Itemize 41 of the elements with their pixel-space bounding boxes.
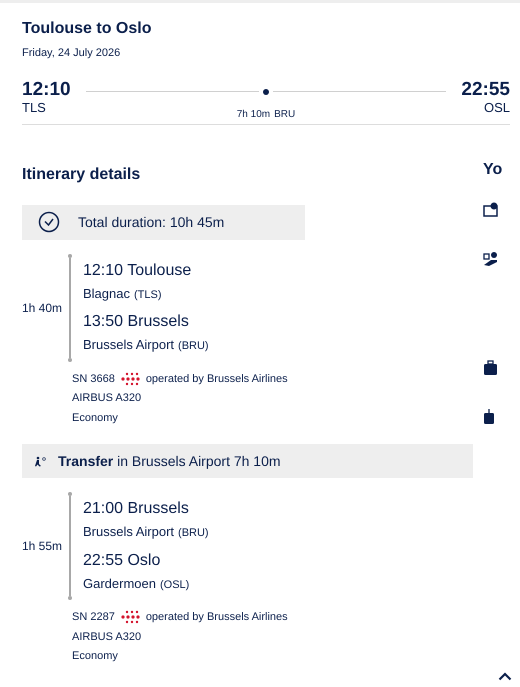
airport-code: (BRU) — [178, 339, 209, 354]
segment-duration: 1h 40m — [22, 300, 62, 316]
clock-check-icon — [38, 211, 60, 233]
flight-number: SN 2287 — [72, 610, 115, 625]
airport-code: (TLS) — [134, 288, 162, 302]
time-city: 13:50 Brussels — [83, 312, 190, 332]
departure-code: TLS — [22, 100, 47, 114]
arrival-code: OSL — [484, 100, 510, 114]
bag-icon — [483, 360, 498, 376]
airport-name: Gardermoen — [83, 574, 156, 592]
operator-text: operated by Brussels Airlines — [146, 372, 288, 386]
segment-duration: 1h 55m — [22, 538, 62, 555]
airport-code: (OSL) — [160, 578, 190, 592]
stop-duration: 7h 10m — [236, 108, 270, 122]
airport-name: Brussels Airport — [83, 523, 174, 541]
airport-code: (BRU) — [178, 526, 209, 541]
total-duration: Total duration: 10h 45m — [78, 212, 224, 232]
dot-logo-icon — [120, 372, 140, 386]
airport-name: Brussels Airport — [83, 336, 174, 354]
route-title: Toulouse to Oslo — [22, 19, 152, 39]
transfer-text: Transfer in Brussels Airport 7h 10m — [58, 452, 281, 471]
flight-number: SN 3668 — [72, 372, 115, 386]
walking-person-icon — [34, 456, 46, 466]
stop-code: BRU — [274, 108, 296, 122]
suitcase-icon — [483, 409, 495, 425]
airport-name: Blagnac — [83, 284, 130, 303]
time-city: 22:55 Oslo — [83, 550, 162, 570]
aircraft-type: AIRBUS A320 — [72, 391, 142, 406]
dot-logo-icon — [120, 610, 140, 624]
chevron-up-icon[interactable] — [498, 672, 512, 681]
cabin-class: Economy — [72, 410, 119, 426]
operator-text: operated by Brussels Airlines — [146, 610, 288, 625]
arrival-time: 22:55 — [461, 80, 510, 100]
aircraft-type: AIRBUS A320 — [72, 630, 142, 644]
time-city: 12:10 Toulouse — [83, 260, 192, 280]
section-title: Itinerary details — [22, 164, 142, 184]
cabin-class: Economy — [72, 649, 119, 664]
travel-date: Friday, 24 July 2026 — [22, 46, 122, 61]
time-city: 21:00 Brussels — [83, 499, 190, 519]
departure-time: 12:10 — [22, 80, 71, 100]
side-panel-title: Yo — [483, 160, 502, 180]
